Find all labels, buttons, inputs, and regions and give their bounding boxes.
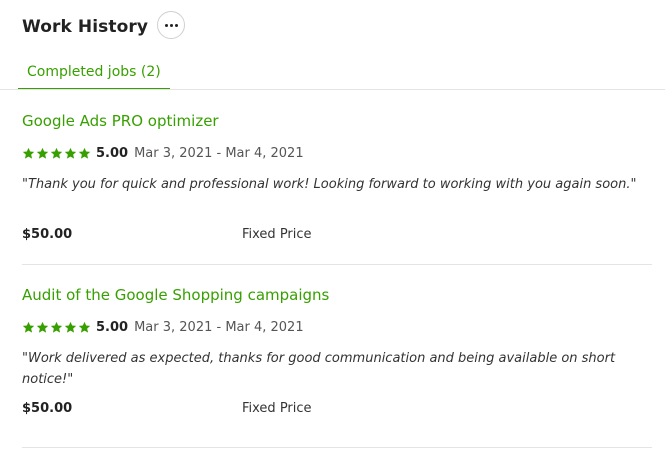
star-icon	[78, 147, 91, 159]
job-rating-row: 5.00 Mar 3, 2021 - Mar 4, 2021	[22, 146, 304, 161]
more-options-button[interactable]	[157, 11, 185, 39]
job-price: $50.00	[22, 227, 73, 242]
star-icon	[22, 147, 35, 159]
tab-label: Completed jobs (2)	[27, 64, 161, 80]
star-icon	[36, 147, 49, 159]
job-price-type: Fixed Price	[242, 401, 312, 416]
job-rating-row: 5.00 Mar 3, 2021 - Mar 4, 2021	[22, 320, 304, 335]
client-review: "Work delivered as expected, thanks for …	[22, 351, 616, 387]
star-icon	[78, 321, 91, 333]
job-title-link[interactable]: Google Ads PRO optimizer	[22, 112, 219, 130]
star-rating	[22, 321, 92, 334]
work-history-header: Work History	[22, 12, 148, 42]
job-dates: Mar 3, 2021 - Mar 4, 2021	[134, 146, 304, 161]
rating-score: 5.00	[96, 146, 129, 161]
tab-completed-jobs[interactable]: Completed jobs (2)	[18, 57, 170, 90]
star-icon	[50, 147, 63, 159]
job-price: $50.00	[22, 401, 73, 416]
ellipsis-icon	[164, 23, 179, 27]
job-divider	[22, 264, 652, 265]
star-icon	[64, 147, 77, 159]
star-icon	[22, 321, 35, 333]
star-icon	[50, 321, 63, 333]
job-title-link[interactable]: Audit of the Google Shopping campaigns	[22, 286, 329, 304]
client-review: "Thank you for quick and professional wo…	[22, 177, 637, 192]
rating-score: 5.00	[96, 320, 129, 335]
job-divider	[22, 447, 652, 448]
tab-divider	[0, 89, 665, 90]
star-icon	[36, 321, 49, 333]
page-title: Work History	[22, 17, 149, 37]
job-price-type: Fixed Price	[242, 227, 312, 242]
job-dates: Mar 3, 2021 - Mar 4, 2021	[134, 320, 304, 335]
star-icon	[64, 321, 77, 333]
star-rating	[22, 147, 92, 160]
